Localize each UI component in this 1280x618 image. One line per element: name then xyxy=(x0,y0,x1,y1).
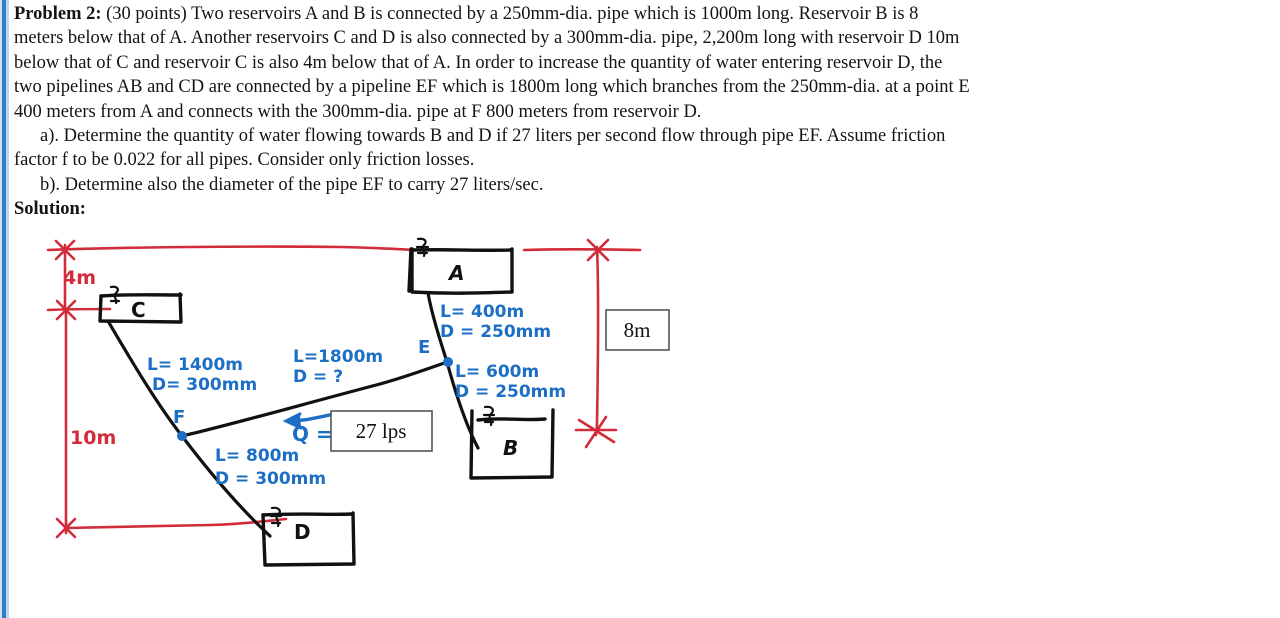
problem-body-line-3: below that of C and reservoir C is also … xyxy=(14,52,943,73)
reservoir-a-water-symbol xyxy=(415,237,430,258)
problem-part-b: b). Determine also the diameter of the p… xyxy=(14,173,1174,197)
reservoir-a-label: A xyxy=(447,261,464,285)
label-eb-length: L= 600m xyxy=(455,362,539,382)
elevation-label-4m: 4m xyxy=(63,267,96,289)
problem-statement: Problem 2: (30 points) Two reservoirs A … xyxy=(14,2,1174,222)
node-e-dot xyxy=(443,357,453,367)
problem-body-line-2: meters below that of A. Another reservoi… xyxy=(14,28,960,49)
part-a-text: a). Determine the quantity of water flow… xyxy=(40,126,946,147)
reservoir-b-water-surface xyxy=(476,417,547,422)
label-ae-length: L= 400m xyxy=(440,302,524,322)
node-e-label: E xyxy=(418,337,430,358)
datum-line-top-left xyxy=(46,245,415,252)
elevation-8m-text: 8m xyxy=(624,318,651,342)
problem-body-line-5: 400 meters from A and connects with the … xyxy=(14,101,702,122)
problem-body-line-4: two pipelines AB and CD are connected by… xyxy=(14,77,970,98)
node-f-dot xyxy=(177,431,187,441)
problem-points: (30 points) xyxy=(106,4,187,24)
label-ef-diameter: D = ? xyxy=(293,367,343,387)
reservoir-d-water-surface xyxy=(261,512,355,517)
label-eb-diameter: D = 250mm xyxy=(455,382,566,402)
reservoir-c-water-symbol xyxy=(108,285,122,305)
elevation-label-10m: 10m xyxy=(70,427,116,449)
flow-value-text: 27 lps xyxy=(356,419,407,443)
problem-label: Problem 2: xyxy=(14,4,102,24)
reservoir-b-label: B xyxy=(503,436,518,460)
dimension-line-8m xyxy=(594,245,600,437)
label-cf-length: L= 1400m xyxy=(147,355,243,375)
problem-part-a-cont: factor f to be 0.022 for all pipes. Cons… xyxy=(14,150,475,171)
label-fd-diameter: D = 300mm xyxy=(215,469,326,489)
part-b-text: b). Determine also the diameter of the p… xyxy=(40,174,544,195)
label-fd-length: L= 800m xyxy=(215,446,299,466)
reservoir-b-water-symbol xyxy=(482,405,496,427)
reservoir-a-left-wall xyxy=(407,247,413,293)
problem-line-1: Problem 2: (30 points) Two reservoirs A … xyxy=(14,2,1174,26)
label-ae-diameter: D = 250mm xyxy=(440,322,551,342)
label-cf-diameter: D= 300mm xyxy=(152,375,257,395)
reservoir-a-water-surface xyxy=(410,248,513,252)
hydraulics-diagram: A C B D E F L= 1400m D= 300mm L= 400m D … xyxy=(0,225,1280,605)
problem-part-a: a). Determine the quantity of water flow… xyxy=(14,124,1174,148)
flow-q-symbol: Q = xyxy=(292,422,333,446)
reservoir-d-label: D xyxy=(294,520,311,544)
label-ef-length: L=1800m xyxy=(293,347,383,367)
problem-body-line-1: Two reservoirs A and B is connected by a… xyxy=(186,4,919,24)
solution-label: Solution: xyxy=(14,199,86,220)
node-f-label: F xyxy=(173,407,185,428)
reservoir-d-water-symbol xyxy=(269,506,283,528)
reservoir-c-label: C xyxy=(131,298,146,322)
datum-line-top-right xyxy=(522,247,642,252)
